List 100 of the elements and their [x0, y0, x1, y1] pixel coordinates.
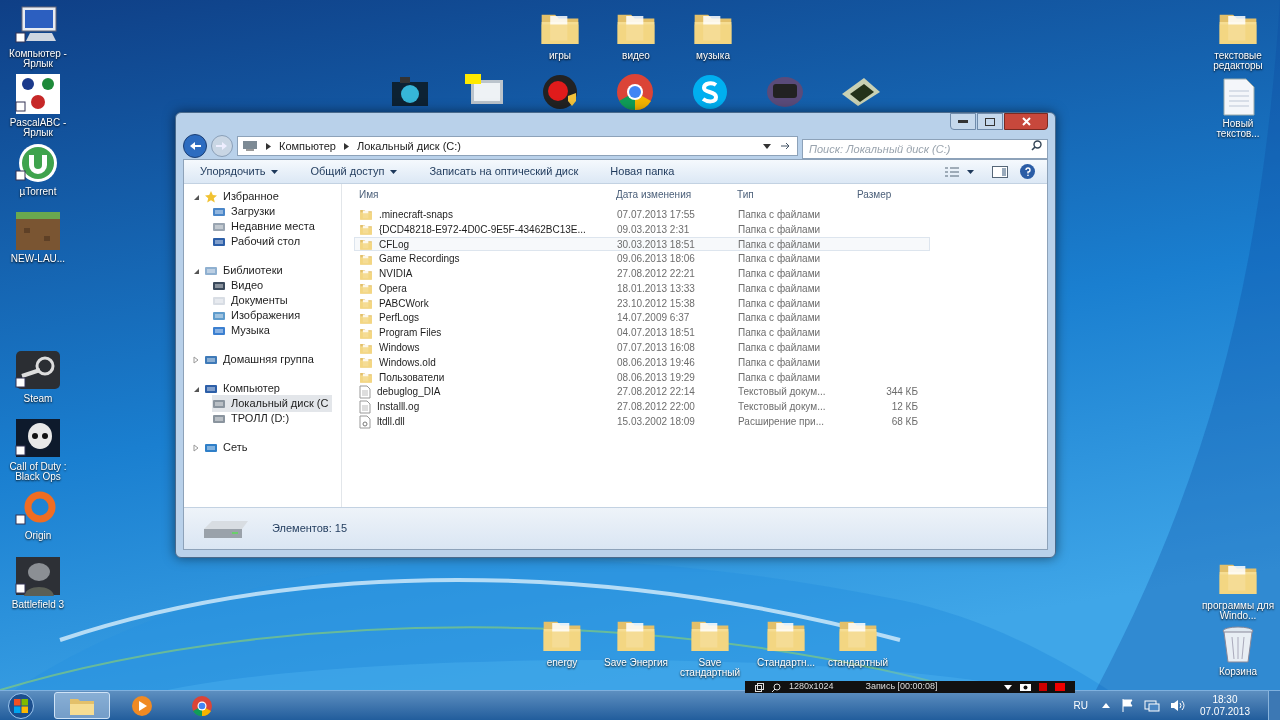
nav-item[interactable]: Компьютер — [204, 380, 284, 397]
address-bar[interactable]: Компьютер Локальный диск (C:) — [237, 136, 798, 156]
breadcrumb-item[interactable]: Компьютер — [279, 137, 336, 155]
nav-item[interactable]: Недавние места — [212, 218, 319, 235]
column-header[interactable]: Имя — [354, 187, 616, 202]
breadcrumb-item[interactable]: Локальный диск (C:) — [356, 137, 462, 155]
desktop-icon-label[interactable]: видео — [622, 51, 650, 61]
file-row[interactable]: Windows 07.07.2013 16:08 Папка с файлами — [354, 340, 930, 355]
collapsed-arrow-icon[interactable] — [192, 355, 200, 364]
clock-time[interactable]: 18:30 — [1212, 693, 1238, 706]
nav-item[interactable]: Библиотеки — [204, 262, 287, 279]
desktop-icon-label[interactable]: Origin — [24, 531, 52, 541]
nav-item[interactable]: Музыка — [212, 322, 274, 339]
file-row[interactable]: CFLog 30.03.2013 18:51 Папка с файлами — [354, 236, 930, 252]
computer-icon — [242, 140, 258, 152]
toolbar-button[interactable]: Упорядочить — [184, 160, 295, 183]
start-button[interactable] — [6, 691, 36, 720]
back-button[interactable] — [183, 134, 207, 158]
nav-item[interactable]: Документы — [212, 292, 292, 309]
breadcrumb-arrow-icon[interactable] — [266, 142, 271, 150]
file-row[interactable]: Пользователи 08.06.2013 19:29 Папка с файлами — [354, 369, 930, 385]
minimize-button[interactable] — [950, 113, 976, 130]
desktop-icon-label[interactable]: Корзина — [1218, 667, 1258, 677]
preview-pane-button[interactable] — [992, 165, 1008, 178]
desktop-icon-label[interactable]: Steam — [23, 394, 53, 404]
desktop-icon-label[interactable]: игры — [549, 51, 571, 61]
column-header[interactable]: Тип — [737, 187, 857, 202]
collapsed-arrow-icon[interactable] — [192, 443, 200, 452]
file-type: Папка с файлами — [738, 355, 822, 370]
file-row[interactable]: {DCD48218-E972-4D0C-9E5F-43462BC13E... 09.03.2013 2:31 Папка с файлами — [354, 221, 930, 237]
desktop-icon-label[interactable]: Новый текстов... — [1200, 119, 1276, 139]
volume-icon[interactable] — [1169, 699, 1186, 712]
clock-date[interactable]: 07.07.2013 — [1199, 705, 1250, 718]
close-button[interactable] — [1004, 113, 1048, 130]
file-row[interactable]: Opera 18.01.2013 13:33 Папка с файлами — [354, 281, 930, 296]
file-row[interactable]: PABCWork 23.10.2012 15:38 Папка с файлами — [354, 295, 930, 311]
modified-date: 27.08.2012 22:14 — [617, 385, 696, 400]
nav-item[interactable]: Домашняя группа — [204, 351, 318, 368]
network-icon[interactable] — [1143, 699, 1160, 712]
language-indicator[interactable]: RU — [1073, 698, 1088, 713]
nav-item[interactable]: Рабочий стол — [212, 233, 305, 250]
file-name: debuglog_DIA — [377, 385, 441, 400]
nav-item[interactable]: Избранное — [204, 188, 283, 205]
file-name: Windows.old — [379, 355, 436, 370]
file-name: .minecraft-snaps — [379, 207, 453, 222]
maximize-icon — [985, 117, 995, 126]
file-row[interactable]: Program Files 04.07.2013 18:51 Папка с файлами — [354, 325, 930, 341]
folder-icon — [359, 296, 373, 311]
nav-item[interactable]: Видео — [212, 277, 268, 294]
file-row[interactable]: PerfLogs 14.07.2009 6:37 Папка с файлами — [354, 310, 930, 326]
file-row[interactable]: Windows.old 08.06.2013 19:46 Папка с файлами — [354, 354, 930, 370]
file-name: ltdll.dll — [377, 415, 405, 430]
flag-icon[interactable] — [1121, 699, 1134, 712]
dropdown-arrow-icon[interactable] — [763, 143, 771, 149]
search-icon[interactable] — [772, 682, 781, 692]
desktop-icon-label[interactable]: NEW-LAU... — [10, 254, 66, 264]
desktop-icon-label[interactable]: PascalABC - Ярлык — [0, 118, 76, 138]
nav-item[interactable]: Локальный диск (C — [212, 395, 333, 412]
minimize-icon — [958, 119, 968, 124]
camera-icon[interactable] — [1020, 683, 1031, 691]
play-icon — [130, 694, 154, 717]
search-field[interactable]: Поиск: Локальный диск (C:) — [802, 139, 1048, 159]
file-type: Папка с файлами — [738, 311, 822, 326]
file-row[interactable]: debuglog_DIA 27.08.2012 22:14 Текстовый докум... 344 КБ — [354, 384, 930, 400]
file-size: 68 КБ — [891, 416, 918, 428]
desktop-icon-label[interactable]: программы для Windo... — [1200, 601, 1276, 621]
modified-date: 15.03.2002 18:09 — [617, 415, 696, 430]
file-name: Пользователи — [379, 370, 445, 385]
file-name: Game Recordings — [379, 252, 460, 267]
file-row[interactable]: ltdll.dll 15.03.2002 18:09 Расширение при... 68 КБ — [354, 414, 930, 429]
file-name: Program Files — [379, 326, 442, 341]
file-row[interactable]: Installl.og 27.08.2012 22:00 Текстовый докум... 12 КБ — [354, 399, 930, 415]
modified-date: 23.10.2012 15:38 — [617, 296, 696, 311]
desktop-icon-label[interactable]: музыка — [696, 51, 730, 61]
help-button[interactable] — [1020, 164, 1035, 179]
breadcrumb-arrow-icon[interactable] — [343, 142, 349, 150]
column-header[interactable]: Размер — [857, 187, 925, 202]
folder-icon — [359, 237, 373, 251]
up-arrow-icon[interactable] — [1101, 703, 1110, 708]
toolbar-button[interactable]: Записать на оптический диск — [413, 160, 595, 183]
dropdown-arrow-icon[interactable] — [1004, 684, 1012, 690]
nav-item[interactable]: Изображения — [212, 307, 305, 324]
file-row[interactable]: .minecraft-snaps 07.07.2013 17:55 Папка с файлами — [354, 207, 930, 222]
folder-icon — [359, 222, 373, 237]
toolbar-button[interactable]: Новая папка — [594, 160, 691, 183]
modified-date: 08.06.2013 19:46 — [617, 355, 696, 370]
desktop-icon-label[interactable]: текстовые редакторы — [1200, 51, 1276, 71]
nav-item[interactable]: Сеть — [204, 439, 252, 456]
modified-date: 27.08.2012 22:00 — [617, 400, 696, 415]
file-row[interactable]: Game Recordings 09.06.2013 18:06 Папка с файлами — [354, 251, 930, 267]
toolbar-button[interactable]: Общий доступ — [294, 160, 414, 183]
column-header[interactable]: Дата изменения — [616, 187, 737, 202]
nav-item[interactable]: Загрузки — [212, 203, 280, 220]
maximize-button[interactable] — [977, 113, 1003, 130]
nav-item[interactable]: ТРОЛЛ (D:) — [212, 410, 294, 427]
desktop-icon-label[interactable]: µTorrent — [19, 187, 57, 197]
file-row[interactable]: NVIDIA 27.08.2012 22:21 Папка с файлами — [354, 266, 930, 281]
desktop-icon-label[interactable]: Call of Duty : Black Ops — [0, 462, 76, 482]
forward-arrow-icon — [216, 141, 228, 151]
desktop-icon-label[interactable]: Компьютер - Ярлык — [0, 49, 76, 69]
